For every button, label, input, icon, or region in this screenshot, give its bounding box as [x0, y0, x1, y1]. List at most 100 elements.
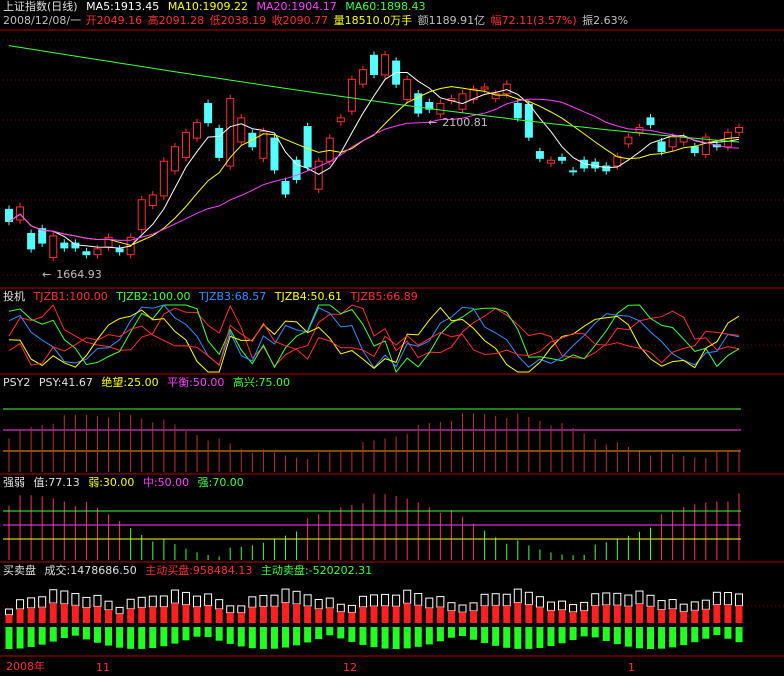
total-volume-bar	[502, 593, 511, 607]
info-date: 2008/12/08/一	[3, 14, 82, 27]
active-sell-bar	[381, 627, 389, 649]
total-volume-bar	[646, 594, 655, 607]
total-volume-bar	[546, 601, 555, 611]
candle-body	[292, 159, 301, 181]
total-volume-bar	[613, 592, 622, 606]
speculation-lines	[8, 304, 740, 374]
active-sell-bar	[624, 627, 632, 647]
active-buy-bar	[392, 606, 400, 623]
active-buy-bar	[691, 610, 699, 623]
info-change: 幅72.11(3.57%)	[490, 14, 577, 27]
active-buy-bar	[326, 608, 334, 623]
total-volume-bar	[679, 603, 688, 613]
candle-body	[458, 93, 467, 110]
tjzb1-line	[8, 304, 740, 368]
active-buy-bar	[425, 608, 433, 623]
active-sell-bar	[702, 627, 710, 639]
ma10-label: MA10:1909.22	[167, 0, 249, 13]
active-buy-bar	[282, 602, 290, 623]
total-volume-bar	[458, 604, 467, 613]
high-label: 2100.81	[442, 116, 488, 129]
candle-body	[325, 137, 334, 162]
total-volume-bar	[491, 593, 500, 606]
candle-body	[646, 117, 655, 126]
active-sell-bar	[392, 627, 400, 649]
tj-header: 投机 TJZB1:100.00 TJZB2:100.00 TJZB3:68.57…	[3, 290, 423, 304]
active-sell-bar	[259, 627, 267, 649]
total-volume-bar	[204, 593, 213, 607]
active-buy-bar	[315, 608, 323, 623]
active-buy-bar	[547, 610, 555, 623]
active-sell-bar	[414, 627, 422, 647]
candle-body	[602, 165, 611, 172]
active-sell-bar	[547, 627, 555, 647]
active-buy-bar	[713, 604, 721, 623]
active-buy-bar	[204, 605, 212, 623]
active-sell-bar	[127, 627, 135, 649]
active-sell-bar	[16, 627, 24, 649]
active-buy-bar	[492, 605, 500, 623]
tjzb2-line	[8, 304, 740, 374]
active-buy-bar	[702, 609, 710, 623]
active-sell-bar	[27, 627, 35, 648]
active-sell-bar	[403, 627, 411, 649]
total-volume-bar	[392, 594, 401, 607]
psy-despair: 绝望:25.00	[101, 376, 159, 389]
total-volume-bar	[701, 599, 710, 610]
total-volume-bar	[60, 590, 69, 605]
active-buy-bar	[647, 606, 655, 623]
total-volume-bar	[469, 602, 478, 612]
candle-body	[303, 126, 312, 168]
active-sell-bar	[5, 627, 13, 649]
candle-body	[60, 242, 69, 249]
active-sell-bar	[82, 627, 90, 640]
active-buy-bar	[591, 605, 599, 623]
axis-year: 2008年	[6, 660, 45, 673]
candle-body	[569, 170, 578, 173]
active-buy-bar	[337, 611, 345, 623]
active-buy-bar	[602, 604, 610, 623]
mm-buy: 主动买盘:958484.13	[145, 564, 253, 577]
active-sell-bar	[514, 627, 522, 649]
total-volume-bar	[358, 595, 367, 608]
candle-body	[535, 151, 544, 159]
total-volume-bar	[259, 595, 268, 608]
active-buy-bar	[580, 610, 588, 623]
active-sell-bar	[425, 627, 433, 645]
active-buy-bar	[127, 608, 135, 623]
candle-body	[137, 199, 146, 231]
active-sell-bar	[204, 627, 212, 638]
active-sell-bar	[49, 627, 57, 642]
active-sell-bar	[569, 627, 577, 641]
candle-body	[723, 131, 732, 148]
mm-header: 买卖盘 成交:1478686.50 主动买盘:958484.13 主动卖盘:-5…	[3, 564, 377, 578]
active-sell-bar	[38, 627, 46, 645]
active-buy-bar	[149, 606, 157, 623]
active-buy-bar	[470, 610, 478, 623]
high-marker: ← 2100.81	[428, 116, 488, 129]
active-sell-bar	[669, 627, 677, 648]
tjzb4-label: TJZB4:50.61	[274, 290, 342, 303]
mm-title: 买卖盘	[3, 564, 36, 577]
qr-strong: 强:70.00	[197, 476, 244, 489]
candle-body	[270, 137, 279, 171]
qr-weak: 弱:30.00	[88, 476, 135, 489]
total-volume-bar	[104, 600, 113, 611]
candle-body	[215, 127, 224, 158]
low-marker: ← 1664.93	[42, 268, 102, 281]
active-sell-bar	[492, 627, 500, 646]
candle-body	[502, 83, 511, 95]
ma5-label: MA5:1913.45	[86, 0, 160, 13]
total-volume-bar	[580, 601, 589, 612]
total-volume-bar	[381, 593, 390, 607]
active-buy-bar	[658, 609, 666, 623]
active-sell-bar	[724, 627, 732, 639]
total-volume-bar	[657, 600, 666, 611]
candle-body	[480, 86, 489, 90]
total-volume-bar	[403, 589, 412, 604]
active-buy-bar	[270, 606, 278, 623]
total-volume-bar	[270, 594, 279, 607]
candle-body	[226, 98, 235, 167]
active-buy-bar	[138, 607, 146, 623]
total-volume-bar	[215, 599, 224, 610]
